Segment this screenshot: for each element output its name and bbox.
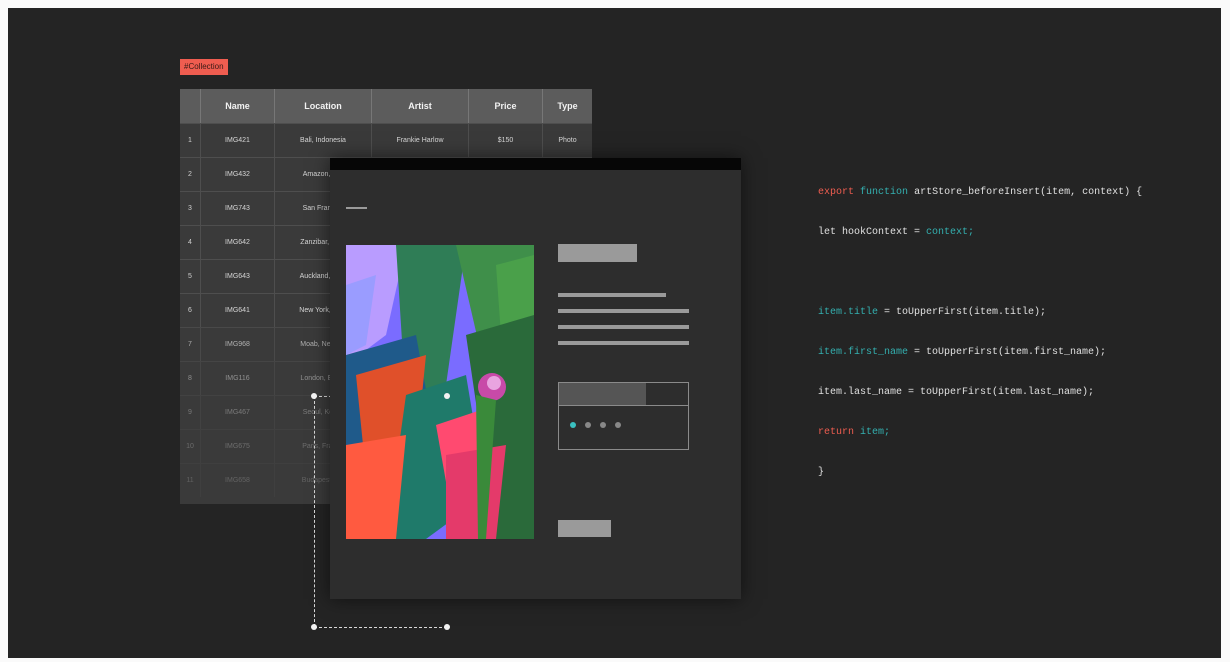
plant-leaves-image xyxy=(346,245,534,539)
column-header-artist[interactable]: Artist xyxy=(372,89,469,123)
selection-handle-top-right[interactable] xyxy=(444,393,450,399)
illustration-canvas: #Collection Name Location Artist Price T… xyxy=(8,8,1221,658)
code-line-2: let hookContext = context; xyxy=(818,227,975,238)
cell-name: IMG675 xyxy=(201,430,275,463)
cell-price: $150 xyxy=(469,124,543,157)
text-line-placeholder xyxy=(558,309,689,313)
selection-bottom-edge xyxy=(314,627,447,628)
text-line-placeholder xyxy=(558,293,666,297)
row-index: 6 xyxy=(180,294,201,327)
selection-handle-bottom-left[interactable] xyxy=(311,624,317,630)
row-index: 10 xyxy=(180,430,201,463)
cell-name: IMG467 xyxy=(201,396,275,429)
detail-panel xyxy=(330,158,741,599)
column-header-price[interactable]: Price xyxy=(469,89,543,123)
panel-menu-dash[interactable] xyxy=(346,207,367,209)
cell-name: IMG642 xyxy=(201,226,275,259)
row-index: 8 xyxy=(180,362,201,395)
code-line-3: item.title = toUpperFirst(item.title); xyxy=(818,307,1047,318)
cell-name: IMG643 xyxy=(201,260,275,293)
title-placeholder xyxy=(558,244,637,262)
cell-name: IMG743 xyxy=(201,192,275,225)
carousel-dot[interactable] xyxy=(585,422,591,428)
row-index: 1 xyxy=(180,124,201,157)
text-line-placeholder xyxy=(558,341,689,345)
carousel-widget xyxy=(558,382,689,450)
collection-tag[interactable]: #Collection xyxy=(180,59,228,75)
selection-handle-top-left[interactable] xyxy=(311,393,317,399)
row-index: 5 xyxy=(180,260,201,293)
cell-name: IMG658 xyxy=(201,464,275,497)
row-index: 2 xyxy=(180,158,201,191)
cell-name: IMG421 xyxy=(201,124,275,157)
button-placeholder[interactable] xyxy=(558,520,611,537)
code-line-7: } xyxy=(818,467,825,478)
code-line-4: item.first_name = toUpperFirst(item.firs… xyxy=(818,347,1107,358)
row-index: 4 xyxy=(180,226,201,259)
table-header: Name Location Artist Price Type xyxy=(180,89,592,123)
plant-photo xyxy=(346,245,534,539)
column-header-location[interactable]: Location xyxy=(275,89,372,123)
column-header-name[interactable]: Name xyxy=(201,89,275,123)
code-line-6: return item; xyxy=(818,427,891,438)
code-line-1: export function artStore_beforeInsert(it… xyxy=(818,187,1143,198)
row-index: 7 xyxy=(180,328,201,361)
panel-title-bar xyxy=(330,158,741,170)
carousel-progress-bar xyxy=(559,383,646,405)
carousel-dot[interactable] xyxy=(600,422,606,428)
carousel-divider xyxy=(559,405,688,406)
cell-type: Photo xyxy=(558,137,577,144)
row-index: 11 xyxy=(180,464,201,497)
row-index: 3 xyxy=(180,192,201,225)
column-header-type[interactable]: Type xyxy=(543,89,592,123)
table-row[interactable]: 1 IMG421 Bali, Indonesia Frankie Harlow $150… xyxy=(180,123,592,157)
column-header-index[interactable] xyxy=(180,89,201,123)
cell-location: Bali, Indonesia xyxy=(275,124,372,157)
cell-name: IMG641 xyxy=(201,294,275,327)
row-index: 9 xyxy=(180,396,201,429)
code-line-5: item.last_name = toUpperFirst(item.last_… xyxy=(818,387,1095,398)
selection-left-edge xyxy=(314,396,315,627)
selection-handle-bottom-right[interactable] xyxy=(444,624,450,630)
carousel-dot-active[interactable] xyxy=(570,422,576,428)
cell-name: IMG432 xyxy=(201,158,275,191)
cell-name: IMG116 xyxy=(201,362,275,395)
cell-artist: Frankie Harlow xyxy=(372,124,469,157)
carousel-dot[interactable] xyxy=(615,422,621,428)
cell-name: IMG968 xyxy=(201,328,275,361)
text-line-placeholder xyxy=(558,325,689,329)
